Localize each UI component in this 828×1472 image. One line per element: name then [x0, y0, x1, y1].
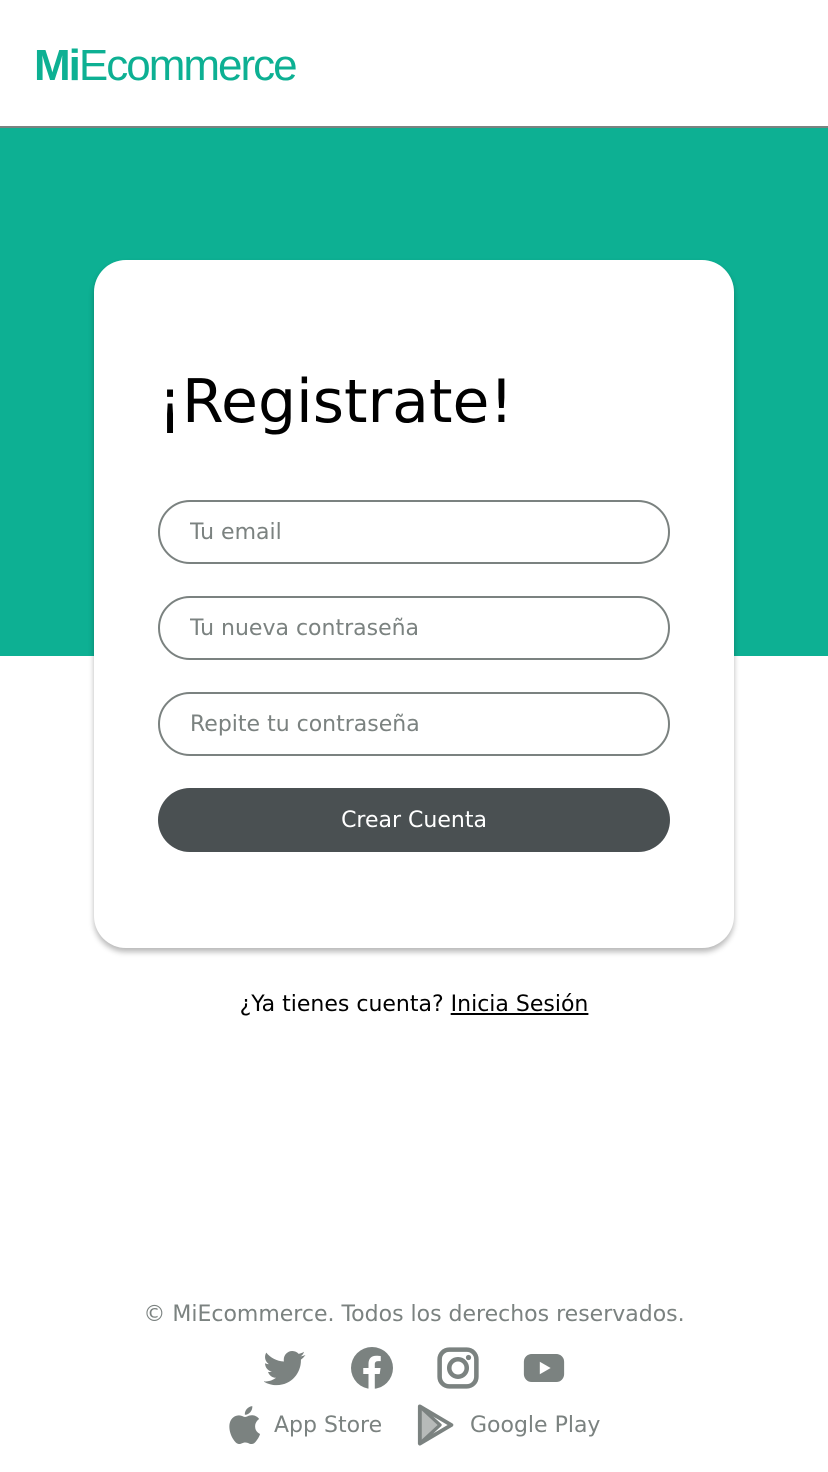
- logo[interactable]: MiEcommerce: [34, 40, 298, 92]
- google-play-link[interactable]: Google Play: [416, 1402, 600, 1448]
- login-prompt-text: ¿Ya tienes cuenta?: [239, 992, 444, 1017]
- twitter-icon[interactable]: [264, 1347, 306, 1389]
- facebook-icon[interactable]: [351, 1347, 393, 1389]
- login-link[interactable]: Inicia Sesión: [451, 992, 589, 1017]
- google-play-icon: [417, 1404, 454, 1446]
- instagram-icon[interactable]: [437, 1347, 479, 1389]
- copyright-text: © MiEcommerce. Todos los derechos reserv…: [143, 1302, 685, 1327]
- youtube-icon[interactable]: [523, 1347, 565, 1389]
- email-field[interactable]: [158, 500, 670, 564]
- site-header: MiEcommerce: [0, 0, 828, 128]
- create-account-button[interactable]: Crear Cuenta: [158, 788, 670, 852]
- register-card: ¡Registrate! Crear Cuenta: [94, 260, 734, 948]
- login-prompt: ¿Ya tienes cuenta? Inicia Sesión: [0, 988, 828, 1022]
- page-title: ¡Registrate!: [158, 367, 514, 437]
- app-store-link[interactable]: App Store: [224, 1402, 382, 1448]
- repeat-password-field[interactable]: [158, 692, 670, 756]
- app-store-label: App Store: [274, 1412, 383, 1438]
- google-play-label: Google Play: [470, 1412, 601, 1438]
- logo-mi: Mi: [34, 41, 81, 90]
- logo-ecommerce: Ecommerce: [78, 41, 298, 90]
- apple-icon: [229, 1406, 261, 1445]
- new-password-field[interactable]: [158, 596, 670, 660]
